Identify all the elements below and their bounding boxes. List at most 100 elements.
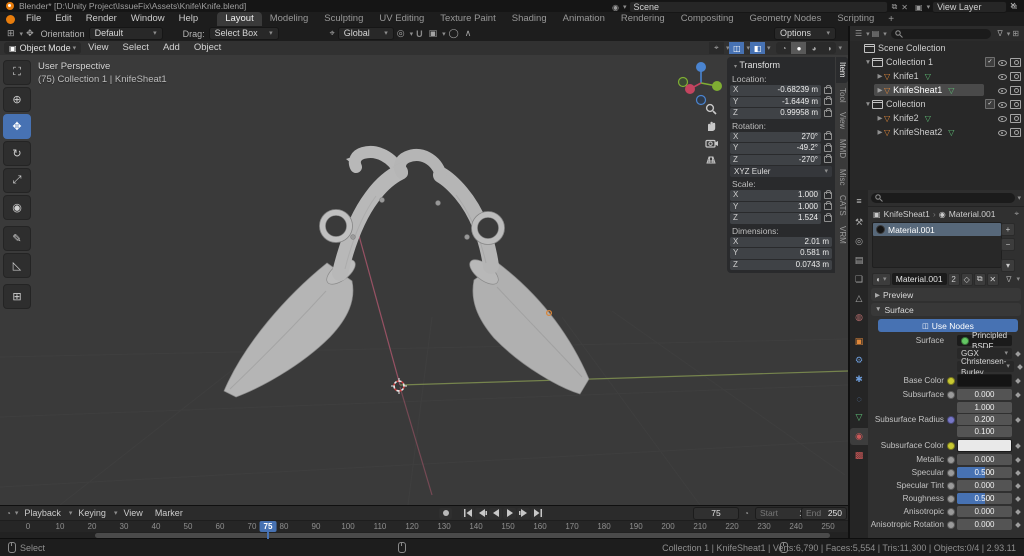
n-tab-cats[interactable]: CATS <box>836 190 848 221</box>
preview-panel-header[interactable]: ▶Preview <box>871 288 1021 301</box>
shading-wireframe-button[interactable]: ◔ <box>776 42 791 54</box>
auto-key-record-button[interactable] <box>439 508 452 519</box>
rotation-y-field[interactable]: Y-49.2° <box>730 143 821 154</box>
outliner-row-knife2[interactable]: ▶▽ Knife2▽ <box>850 111 1024 125</box>
tab-world[interactable]: ◍ <box>850 309 868 326</box>
lock-icon[interactable] <box>824 203 832 210</box>
anisotropic-rotation-field[interactable]: 0.000 <box>957 519 1012 530</box>
filter-funnel-icon[interactable]: ∇ <box>1004 275 1013 284</box>
fake-user-shield-icon[interactable]: ◇ <box>961 273 973 286</box>
tab-scene[interactable]: △ <box>850 290 868 307</box>
camera-view-icon[interactable] <box>702 135 720 150</box>
scale-z-field[interactable]: Z1.524 <box>730 213 821 224</box>
viewport-canvas[interactable]: User Perspective (75) Collection 1 | Kni… <box>0 55 848 505</box>
blender-menu-icon[interactable] <box>6 15 15 24</box>
lock-icon[interactable] <box>824 110 832 117</box>
outliner-search-input[interactable] <box>891 29 992 39</box>
menu-window[interactable]: Window <box>124 12 172 26</box>
workspace-tab-shading[interactable]: Shading <box>504 12 555 26</box>
workspace-tab-layout[interactable]: Layout <box>217 12 262 26</box>
drag-dropdown[interactable]: Select Box▾ <box>209 27 279 40</box>
viewport-menu-object[interactable]: Object <box>187 41 228 55</box>
rotate-tool-button[interactable]: ↻ <box>3 141 31 166</box>
outliner-row-collection-1[interactable]: ▼ Collection 1 ✓ <box>850 55 1024 69</box>
tab-particles[interactable]: ✱ <box>850 371 868 388</box>
transform-orientation-dropdown[interactable]: Global▾ <box>338 27 394 40</box>
xray-toggle[interactable]: ◧ <box>750 42 765 54</box>
anisotropic-field[interactable]: 0.000 <box>957 506 1012 517</box>
proportional-editing-icon[interactable]: ◯ <box>446 28 462 39</box>
scene-name-field[interactable]: Scene <box>629 1 888 13</box>
move-tool-button[interactable]: ✥ <box>3 114 31 139</box>
surface-panel-header[interactable]: ▼Surface <box>871 303 1021 316</box>
n-tab-vrm[interactable]: VRM <box>836 221 848 249</box>
subsurface-field[interactable]: 0.000 <box>957 389 1012 400</box>
menu-file[interactable]: File <box>19 12 48 26</box>
view-layer-selector[interactable]: ▣▾ View Layer ⧉ <box>913 1 1019 13</box>
material-name-field[interactable]: Material.001 <box>892 273 947 285</box>
decorator-diamond[interactable] <box>1015 392 1021 398</box>
new-scene-icon[interactable]: ⧉ <box>890 2 900 12</box>
eye-icon[interactable] <box>998 72 1007 81</box>
show-overlays-toggle[interactable]: ◫ <box>729 42 744 54</box>
vector-component-field[interactable]: 1.000 <box>957 402 1012 413</box>
gizmo-neg-y-axis[interactable] <box>679 78 688 87</box>
breadcrumb-object[interactable]: KnifeSheat1 <box>884 209 930 219</box>
camera-disable-icon[interactable] <box>1010 72 1021 81</box>
tab-texture[interactable]: ▩ <box>850 447 868 464</box>
decorator-diamond[interactable] <box>1015 522 1021 528</box>
playhead-line[interactable] <box>267 531 269 539</box>
new-collection-icon[interactable]: ⊞ <box>1010 29 1021 38</box>
collection-checkbox[interactable]: ✓ <box>985 99 995 109</box>
toggle-perspective-icon[interactable] <box>702 152 720 167</box>
material-slots-list[interactable]: Material.001 + − ▾ <box>872 222 1002 268</box>
viewport-menu-view[interactable]: View <box>81 41 115 55</box>
dimensions-x-field[interactable]: X2.01 m <box>730 237 832 248</box>
snap-target-icon[interactable]: ▣ <box>426 28 441 39</box>
scale-tool-button[interactable]: ⤢ <box>3 168 31 193</box>
falloff-curve-icon[interactable]: ∧ <box>462 28 475 39</box>
eye-icon[interactable] <box>998 100 1007 109</box>
use-preview-range-icon[interactable]: ◔ <box>742 509 751 518</box>
outliner-display-mode-icon[interactable]: ▤ <box>870 29 882 38</box>
expand-arrow-icon[interactable]: ▶ <box>876 72 884 80</box>
decorator-diamond[interactable] <box>1015 470 1021 476</box>
decorator-diamond[interactable] <box>1015 378 1021 384</box>
tab-modifiers[interactable]: ⚙ <box>850 352 868 369</box>
decorator-diamond[interactable] <box>1015 443 1021 449</box>
decorator-diamond[interactable] <box>1015 483 1021 489</box>
rotation-mode-dropdown[interactable]: XYZ Euler▾ <box>730 166 832 177</box>
n-tab-misc[interactable]: Misc <box>836 164 848 190</box>
workspace-tab-modeling[interactable]: Modeling <box>262 12 317 26</box>
subsurface-color-field[interactable] <box>957 439 1012 452</box>
expand-arrow-icon[interactable]: ▶ <box>876 128 884 136</box>
timeline-menu-marker[interactable]: Marker <box>149 508 189 518</box>
measure-tool-button[interactable]: ◺ <box>3 253 31 278</box>
rotation-x-field[interactable]: X270° <box>730 132 821 143</box>
expand-arrow-icon[interactable]: ▼ <box>864 59 872 66</box>
lock-icon[interactable] <box>824 215 832 222</box>
timeline-menu-view[interactable]: View <box>117 508 148 518</box>
surface-shader-field[interactable]: Principled BSDF <box>957 335 1012 346</box>
tab-object-data[interactable]: ▽ <box>850 409 868 426</box>
specular-field[interactable]: 0.500 <box>957 467 1012 478</box>
play-button[interactable] <box>503 508 516 519</box>
timeline-menu-playback[interactable]: Playback <box>18 508 67 518</box>
scene-selector[interactable]: ◉▾ Scene ⧉ ✕ <box>610 1 910 13</box>
new-material-icon[interactable]: ⧉ <box>974 273 986 286</box>
scale-x-field[interactable]: X1.000 <box>730 190 821 201</box>
add-cube-tool-button[interactable]: ⊞ <box>3 284 31 309</box>
current-frame-indicator[interactable]: 75 <box>260 521 277 532</box>
pin-icon[interactable]: ⌖ <box>1014 209 1019 219</box>
tab-object[interactable]: ▣ <box>850 333 868 350</box>
lock-icon[interactable] <box>824 98 832 105</box>
unlink-material-icon[interactable]: ✕ <box>987 273 999 286</box>
n-tab-item[interactable]: Item <box>836 57 848 83</box>
expand-arrow-icon[interactable]: ▼ <box>864 101 872 108</box>
menu-edit[interactable]: Edit <box>48 12 78 26</box>
tab-render[interactable]: ◎ <box>850 233 868 250</box>
editor-type-icon[interactable]: ⊞ <box>4 28 18 39</box>
knife-model-left[interactable] <box>224 152 400 397</box>
workspace-tab-geometry-nodes[interactable]: Geometry Nodes <box>742 12 830 26</box>
outliner-row-collection[interactable]: ▼ Collection ✓ <box>850 97 1024 111</box>
